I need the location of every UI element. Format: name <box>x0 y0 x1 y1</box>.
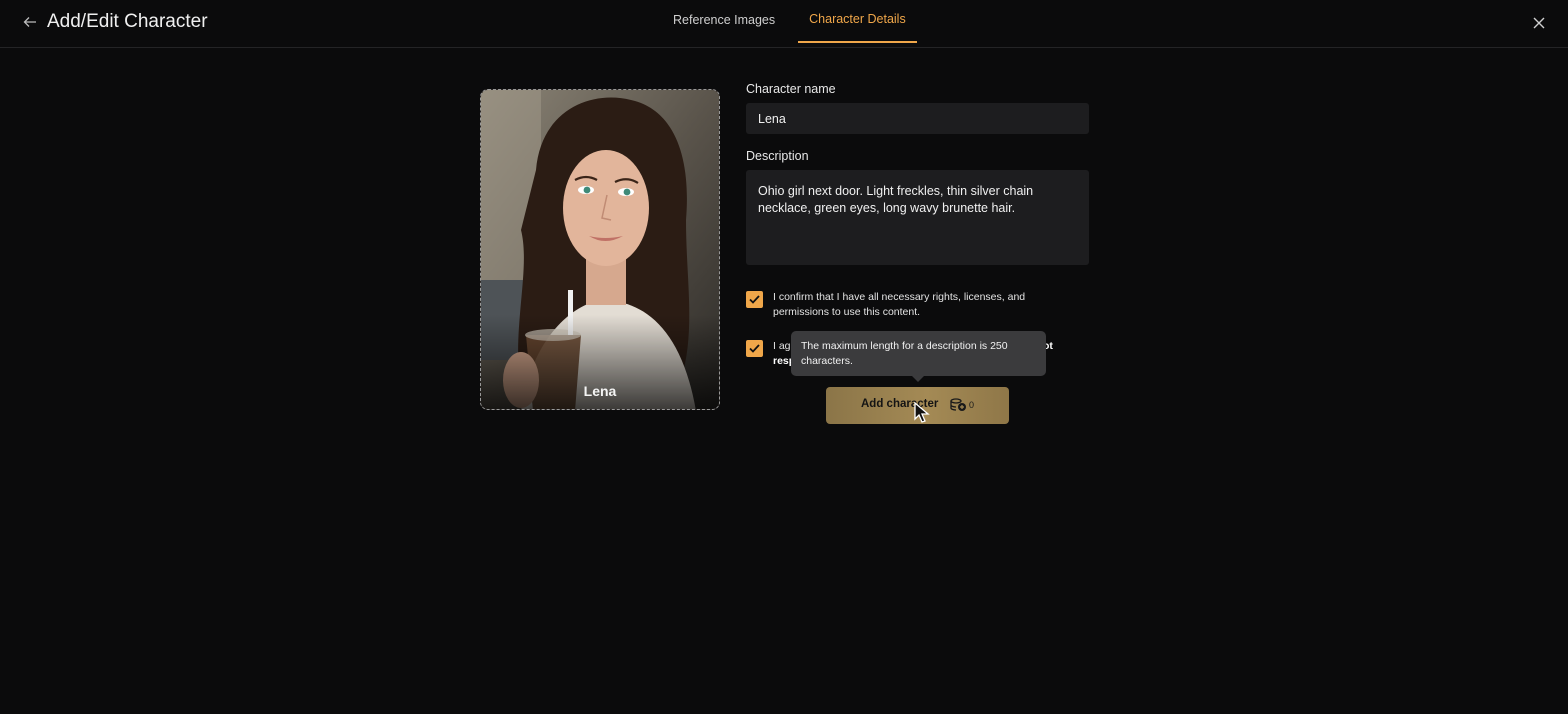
top-bar: Add/Edit Character Reference Images Char… <box>0 0 1568 48</box>
character-form: Character name Lena Description Ohio gir… <box>746 82 1090 265</box>
confirm-rights-checkbox[interactable] <box>746 291 763 308</box>
description-textarea[interactable]: Ohio girl next door. Light freckles, thi… <box>746 170 1089 265</box>
tab-character-details[interactable]: Character Details <box>798 0 917 43</box>
back-button[interactable] <box>20 12 40 32</box>
description-label: Description <box>746 149 809 163</box>
page-title: Add/Edit Character <box>47 11 208 32</box>
character-name-label: Character name <box>746 82 836 96</box>
preview-caption: Lena <box>583 383 617 399</box>
confirm-rights-row: I confirm that I have all necessary righ… <box>746 290 1076 320</box>
agree-terms-checkbox[interactable] <box>746 340 763 357</box>
tab-bar: Reference Images Character Details <box>662 0 929 48</box>
add-character-label: Add character <box>861 398 939 410</box>
character-preview-card[interactable]: Lena <box>480 89 720 410</box>
credit-count: 0 <box>969 400 975 410</box>
coins-icon <box>950 398 966 411</box>
character-portrait-image <box>481 90 719 409</box>
confirm-rights-text: I confirm that I have all necessary righ… <box>773 291 1026 318</box>
character-name-input[interactable]: Lena <box>746 103 1089 134</box>
check-icon <box>749 344 760 353</box>
credit-cost: 0 <box>950 398 974 412</box>
description-length-tooltip: The maximum length for a description is … <box>791 331 1046 382</box>
add-character-button[interactable]: Add character 0 <box>826 387 1009 424</box>
tab-reference-images[interactable]: Reference Images <box>662 0 786 43</box>
back-arrow-icon <box>23 17 36 27</box>
close-button[interactable] <box>1528 12 1550 34</box>
check-icon <box>749 295 760 304</box>
close-icon <box>1533 17 1545 29</box>
